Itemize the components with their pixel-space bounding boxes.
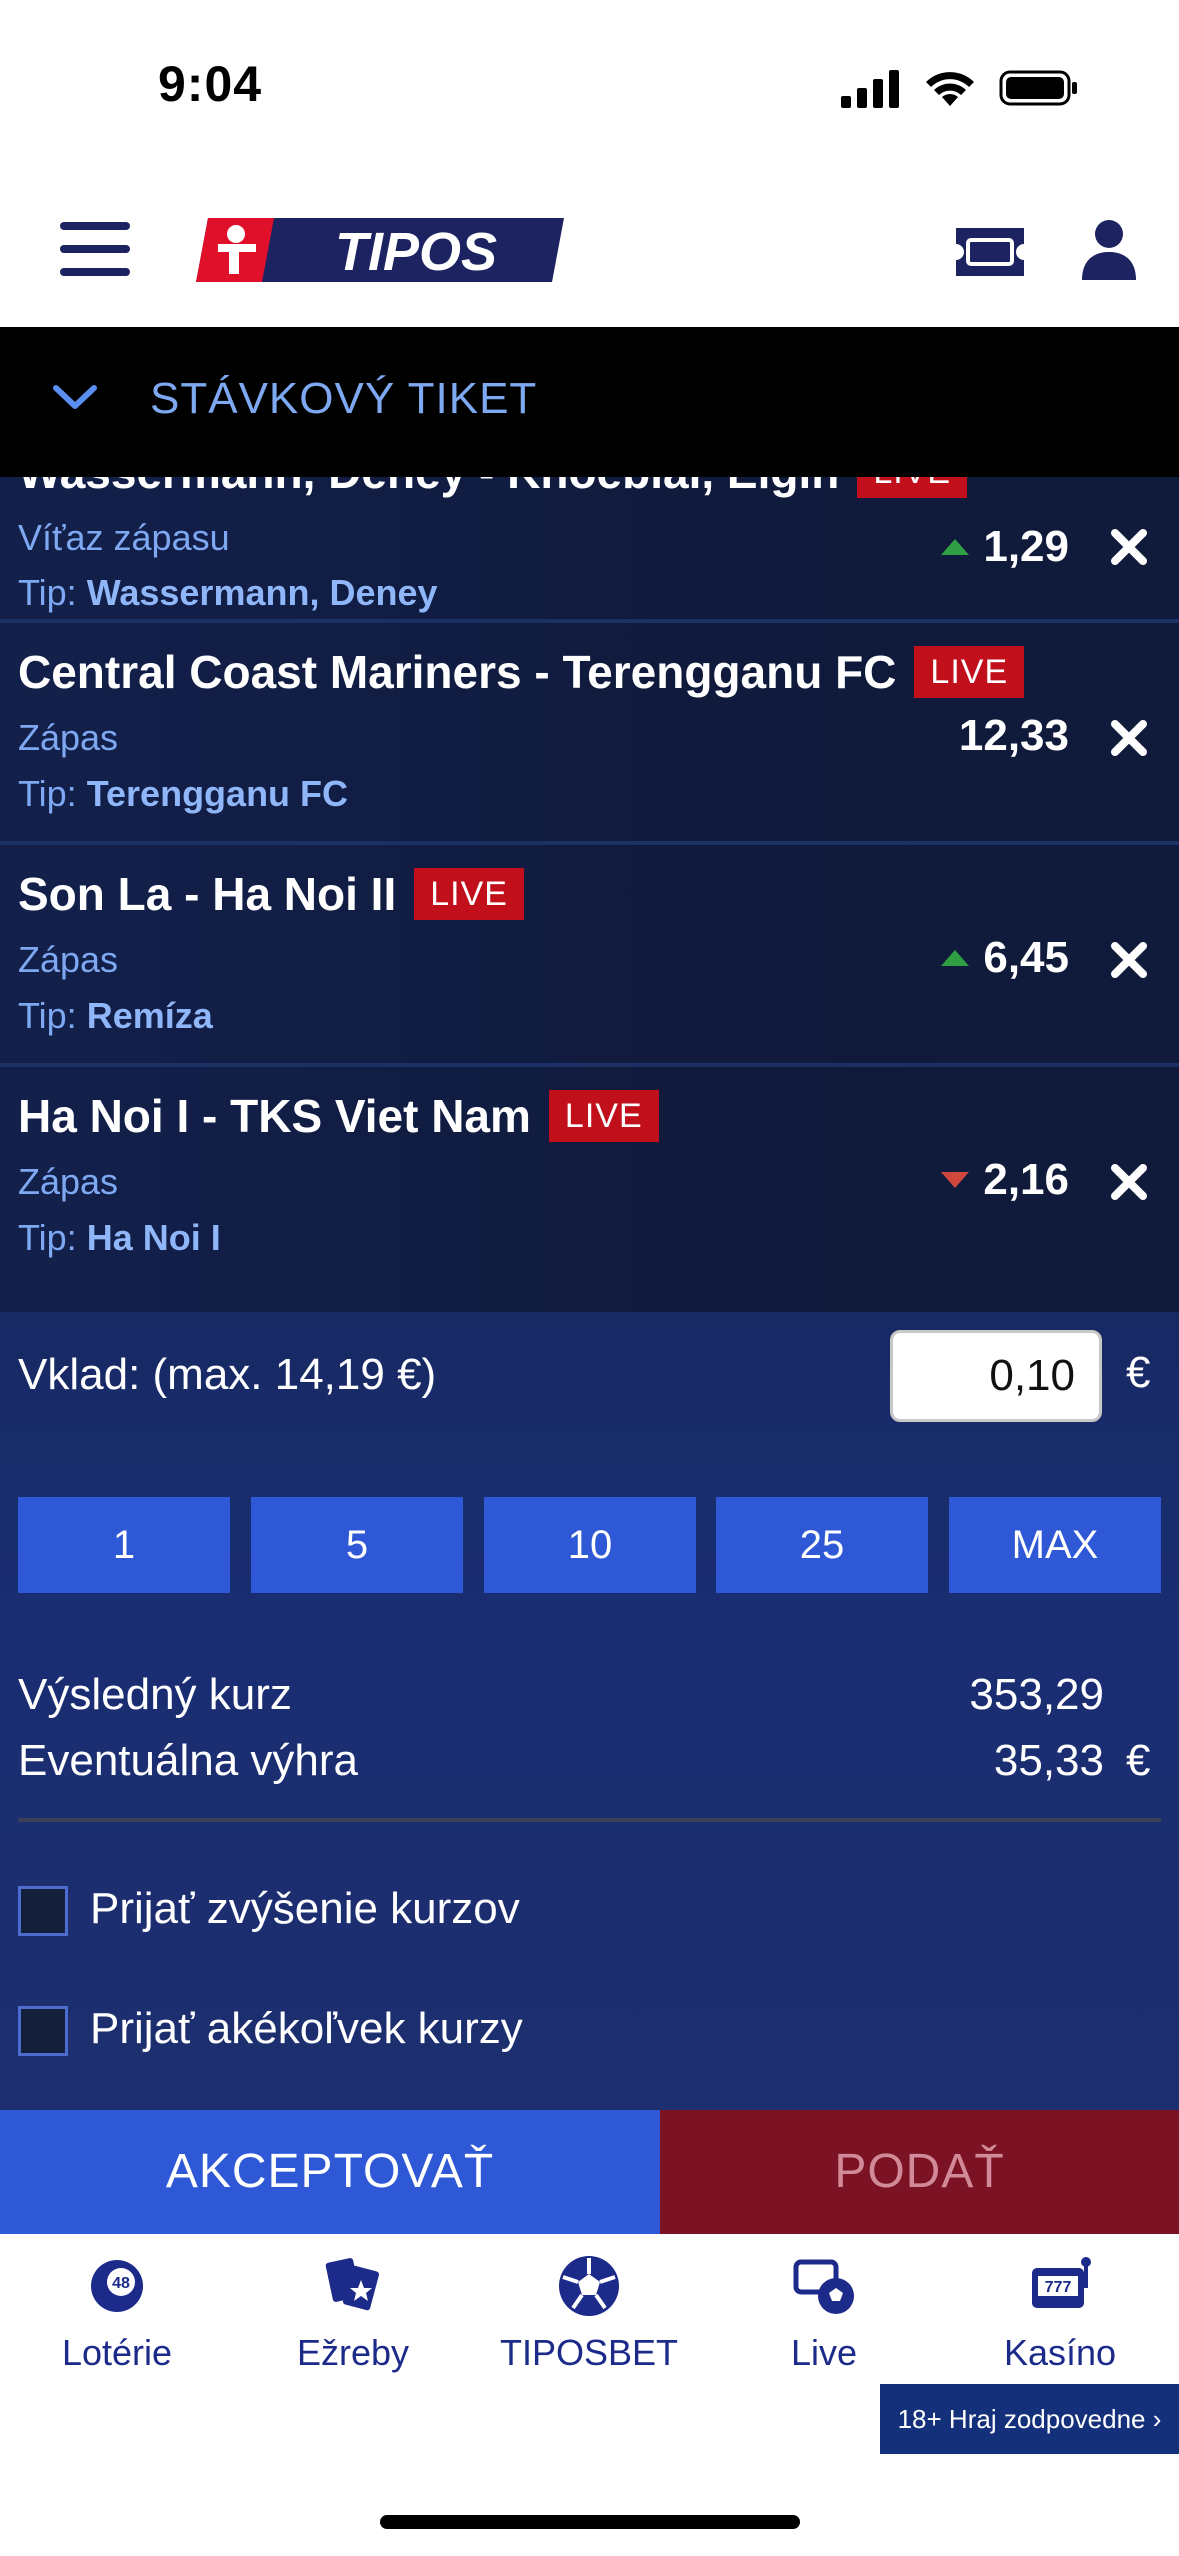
bet-odds: 6,45 [941,933,1069,983]
accept-higher-odds-label[interactable]: Prijať zvýšenie kurzov [90,1884,520,1934]
nav-label: TIPOSBET [499,2332,679,2373]
bet-slip-title: STÁVKOVÝ TIKET [150,374,538,423]
tipos-logo[interactable]: TIPOS [196,214,564,286]
signal-icon [841,70,899,108]
remove-bet-icon[interactable] [1109,1162,1149,1202]
nav-live[interactable]: Live [724,2250,924,2374]
bet-match: Ha Noi I - TKS Viet Nam LIVE [18,1089,659,1143]
nav-kasino[interactable]: 777 Kasíno [960,2250,1160,2374]
bet-tip-value: Remíza [86,995,213,1036]
submit-button[interactable]: PODAŤ [660,2110,1179,2234]
bet-market: Zápas [18,939,119,980]
user-account-icon[interactable] [1080,216,1138,282]
potential-win-value: 35,33 [993,1736,1104,1785]
bet-item: Wassermann, Deney - Knoebiai, Elgin LIVE… [0,477,1179,623]
remove-bet-icon[interactable] [1109,527,1149,567]
bet-match-title: Central Coast Mariners - Terengganu FC [18,646,897,698]
lottery-ball-icon: 48 [91,2260,143,2312]
potential-win-currency: € [1126,1736,1151,1785]
bet-market: Zápas [18,717,119,758]
quick-stake-button-25[interactable]: 25 [716,1497,928,1593]
odds-up-icon [941,539,970,555]
bet-match-title: Son La - Ha Noi II [18,868,397,920]
bet-tip: Tip: Wassermann, Deney [18,572,438,613]
bet-market: Zápas [18,1161,119,1202]
bet-odds: 2,16 [941,1155,1069,1205]
bet-tip-value: Terengganu FC [86,773,349,814]
accept-any-odds-checkbox[interactable] [18,2006,68,2056]
slot-machine-icon: 777 [1032,2257,1091,2308]
live-badge: LIVE [914,646,1025,698]
live-badge: LIVE [414,868,524,920]
nav-loterie[interactable]: 48 Lotérie [17,2250,217,2374]
ticket-icon[interactable] [950,222,1030,282]
svg-text:777: 777 [1045,2279,1072,2296]
status-icons [841,58,1079,118]
nav-tiposbet[interactable]: TIPOSBET [489,2250,689,2374]
nav-label: Live [790,2332,858,2373]
bet-item: Son La - Ha Noi II LIVE Zápas Tip: Remíz… [0,845,1179,1067]
bet-market: Víťaz zápasu [18,517,230,558]
bet-tip-value: Ha Noi I [86,1217,221,1258]
nav-ezreby[interactable]: Ežreby [253,2250,453,2374]
battery-icon [999,70,1077,106]
accept-higher-odds-checkbox[interactable] [18,1886,68,1936]
stake-label: Vklad: (max. 14,19 €) [18,1350,437,1399]
wifi-icon [926,72,974,106]
quick-stake-button-1[interactable]: 1 [18,1497,230,1593]
total-odds-label: Výsledný kurz [18,1670,292,1719]
nav-label: Lotérie [61,2332,173,2373]
bet-match-title: Ha Noi I - TKS Viet Nam [18,1090,531,1142]
bet-tip: Tip: Ha Noi I [18,1217,221,1258]
status-time: 9:04 [158,56,263,112]
hamburger-menu-icon[interactable] [60,222,130,282]
bet-match: Wassermann, Deney - Knoebiai, Elgin LIVE [18,477,968,499]
chevron-down-icon[interactable] [52,382,98,412]
bet-tip: Tip: Remíza [18,995,213,1036]
scratch-cards-icon [325,2258,380,2311]
live-betting-icon [793,2259,854,2314]
stake-input[interactable]: 0,10 [890,1330,1102,1422]
summary-divider [18,1818,1161,1822]
home-indicator[interactable] [380,2515,800,2529]
bet-item: Ha Noi I - TKS Viet Nam LIVE Zápas Tip: … [0,1067,1179,1312]
stake-currency: € [1126,1348,1151,1397]
nav-label: Ežreby [296,2332,410,2373]
svg-text:48: 48 [112,2275,130,2292]
odds-up-icon [941,950,970,966]
nav-label: Kasíno [1003,2332,1117,2373]
quick-stake-button-max[interactable]: MAX [949,1497,1161,1593]
bet-match: Son La - Ha Noi II LIVE [18,867,524,921]
soccer-ball-icon [559,2256,619,2316]
bet-tip-value: Wassermann, Deney [86,572,438,613]
accept-any-odds-label[interactable]: Prijať akékoľvek kurzy [90,2004,523,2054]
potential-win-label: Eventuálna výhra [18,1736,358,1785]
bet-odds: 12,33 [958,711,1069,760]
remove-bet-icon[interactable] [1109,940,1149,980]
quick-stake-button-5[interactable]: 5 [251,1497,463,1593]
bet-match: Central Coast Mariners - Terengganu FC L… [18,645,1025,699]
odds-down-icon [941,1172,970,1188]
bet-item: Central Coast Mariners - Terengganu FC L… [0,623,1179,845]
total-odds-value: 353,29 [969,1670,1104,1719]
bet-tip: Tip: Terengganu FC [18,773,349,814]
quick-stake-button-10[interactable]: 10 [484,1497,696,1593]
responsible-gaming-link[interactable]: 18+ Hraj zodpovedne › [880,2384,1179,2454]
bet-odds: 1,29 [941,522,1069,572]
live-badge: LIVE [857,477,968,498]
live-badge: LIVE [548,1090,659,1142]
accept-button[interactable]: AKCEPTOVAŤ [0,2110,660,2234]
bet-list[interactable]: Wassermann, Deney - Knoebiai, Elgin LIVE… [0,477,1179,1312]
logo-text: TIPOS [335,222,497,282]
remove-bet-icon[interactable] [1109,718,1149,758]
bet-match-title: Wassermann, Deney - Knoebiai, Elgin [18,477,839,499]
